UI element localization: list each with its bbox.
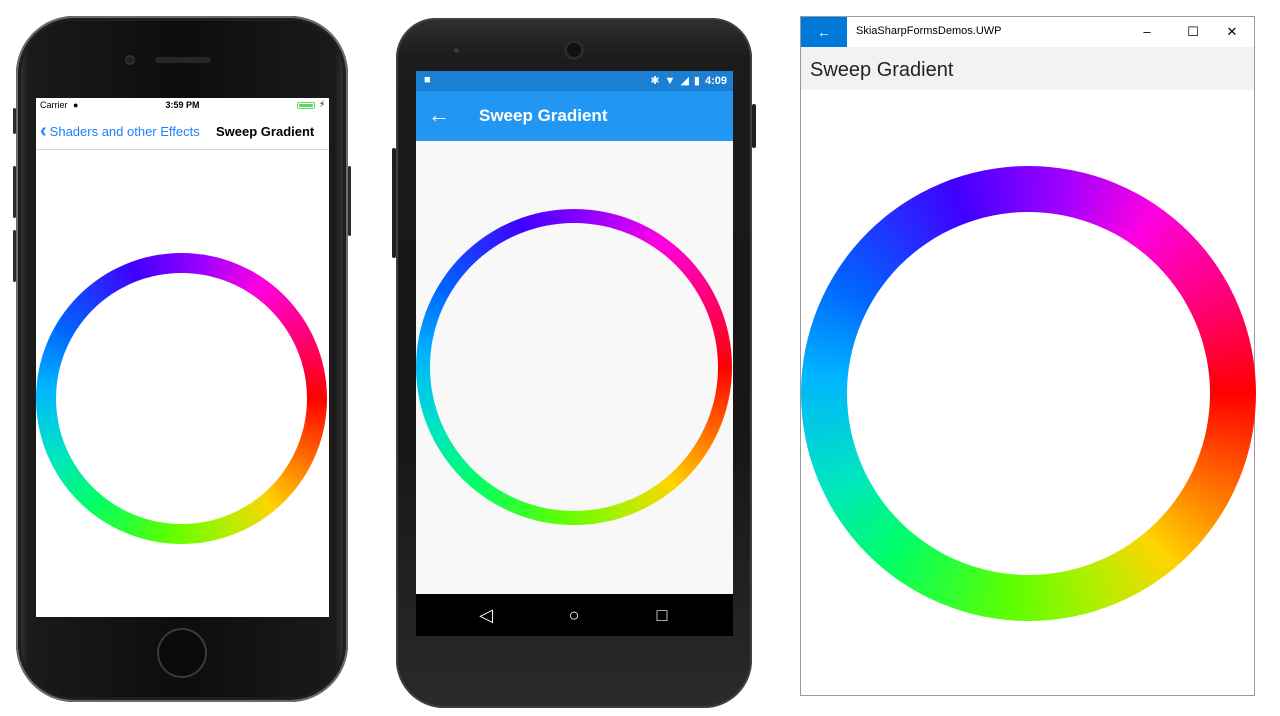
earpiece-camera-icon [564,40,584,60]
iphone-device: Carrier ● 3:59 PM ⚡ ‹ Shaders and other … [13,16,351,702]
sweep-gradient-ring [416,209,732,525]
page-header: Sweep Gradient [801,47,1254,90]
wifi-icon: ▼ [664,74,676,87]
page-title: Sweep Gradient [810,59,954,81]
sensor-icon [454,48,459,53]
ios-navigation-bar: ‹ Shaders and other Effects Sweep Gradie… [36,116,329,150]
android-app-bar: ← Sweep Gradient [416,91,733,141]
battery-icon [297,102,315,109]
android-device: ■ ✱ ▼ ◢ ▮ 4:09 ← Sweep Gradient ◁ ○ □ [392,18,756,708]
power-button [752,104,756,148]
front-camera-icon [125,55,135,65]
volume-up-button [13,166,16,218]
android-screen: ■ ✱ ▼ ◢ ▮ 4:09 ← Sweep Gradient ◁ ○ □ [416,71,733,636]
window-titlebar: ← SkiaSharpFormsDemos.UWP – ☐ ✕ [801,17,1254,47]
power-button [348,166,351,236]
page-title: Sweep Gradient [216,124,315,139]
home-circle-icon[interactable]: ○ [559,602,589,628]
bluetooth-icon: ✱ [650,75,660,87]
home-button[interactable] [157,628,207,678]
uwp-window: ← SkiaSharpFormsDemos.UWP – ☐ ✕ Sweep Gr… [800,16,1256,696]
status-time: 4:09 [704,74,727,87]
chevron-left-icon: ‹ [40,120,47,142]
back-button-label: Shaders and other Effects [49,123,200,139]
sweep-gradient-ring [36,253,327,544]
android-status-bar: ■ ✱ ▼ ◢ ▮ 4:09 [416,71,733,91]
signal-icon: ◢ [680,75,689,87]
back-triangle-icon[interactable]: ◁ [471,602,501,628]
speaker-grille [155,57,211,63]
minimize-icon[interactable]: – [1124,17,1170,47]
page-title: Sweep Gradient [479,106,608,125]
sweep-gradient-ring [801,166,1256,621]
android-navigation-bar: ◁ ○ □ [416,594,733,636]
android-notification-icon: ■ [424,74,431,86]
app-title: SkiaSharpFormsDemos.UWP [856,25,1002,37]
charging-icon: ⚡ [319,99,326,109]
volume-down-button [13,230,16,282]
mute-switch [13,108,16,134]
volume-rocker [392,148,396,258]
ios-screen: Carrier ● 3:59 PM ⚡ ‹ Shaders and other … [36,98,329,617]
ios-status-bar: Carrier ● 3:59 PM ⚡ [36,98,329,114]
recents-square-icon[interactable]: □ [647,602,677,628]
back-button[interactable]: ‹ Shaders and other Effects [40,121,200,141]
battery-icon: ▮ [693,75,700,87]
arrow-left-icon[interactable]: ← [801,17,847,47]
close-icon[interactable]: ✕ [1209,17,1255,47]
status-time: 3:59 PM [165,100,200,110]
arrow-left-icon[interactable]: ← [428,102,450,128]
